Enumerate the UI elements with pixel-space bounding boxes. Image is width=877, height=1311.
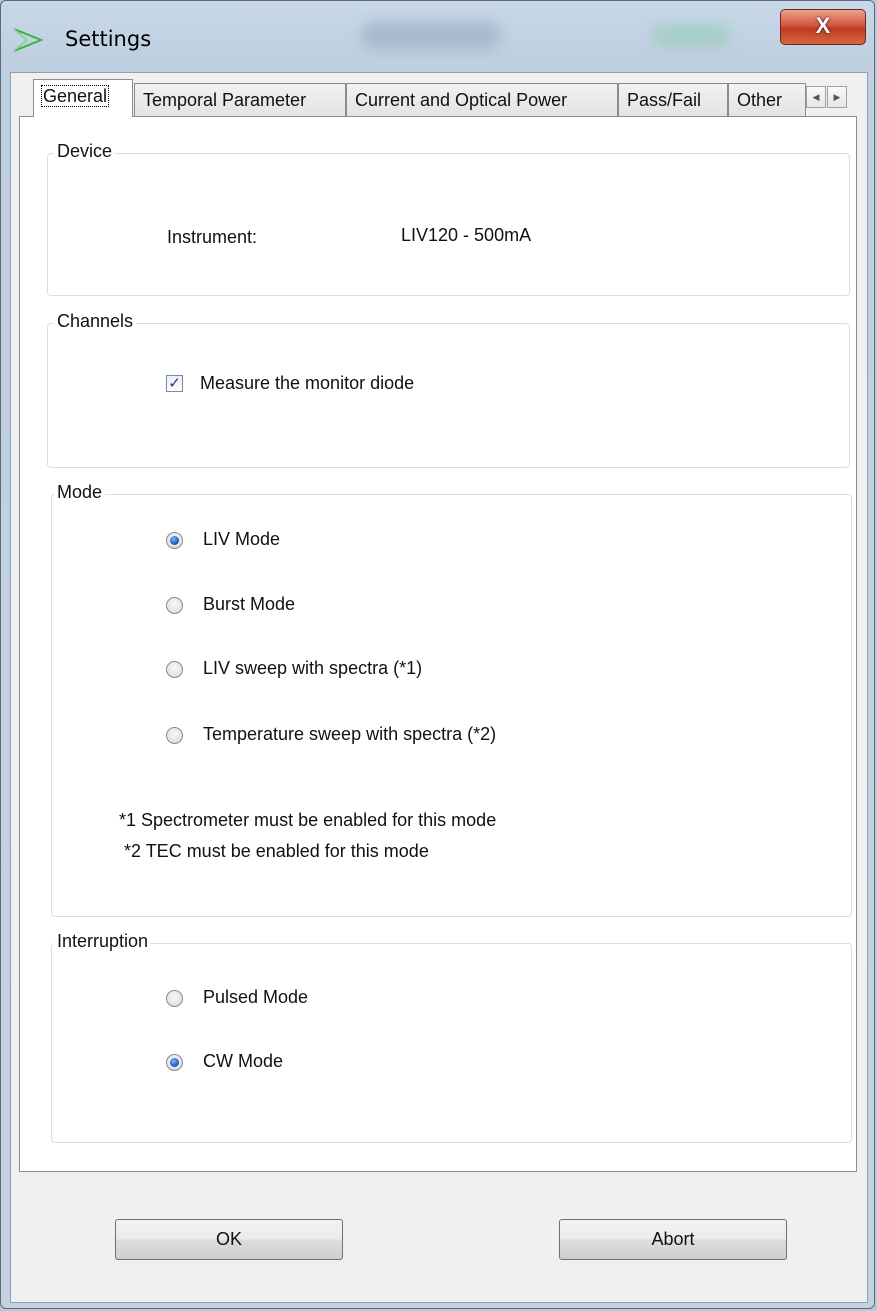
channels-group: Channels ✓ Measure the monitor diode xyxy=(47,311,850,468)
tab-label: Other xyxy=(737,90,783,110)
tab-scroll-left-icon[interactable]: ◀ xyxy=(806,86,826,108)
device-group-label: Device xyxy=(54,141,116,162)
app-icon xyxy=(13,27,44,53)
blurred-region xyxy=(651,23,731,47)
tab-general[interactable]: General xyxy=(33,79,133,117)
close-button[interactable]: X xyxy=(780,9,866,45)
radio-icon xyxy=(166,532,183,549)
settings-window: Settings X General Temporal Parameter Cu… xyxy=(0,0,875,1309)
instrument-label: Instrument: xyxy=(167,227,258,247)
tab-label: Pass/Fail xyxy=(627,90,702,110)
mode-option-temperature-sweep[interactable]: Temperature sweep with spectra (*2) xyxy=(166,724,616,748)
abort-button[interactable]: Abort xyxy=(559,1219,787,1260)
monitor-diode-checkbox[interactable]: ✓ Measure the monitor diode xyxy=(166,373,486,395)
tab-label: Temporal Parameter xyxy=(143,90,307,110)
mode-note-2: *2 TEC must be enabled for this mode xyxy=(124,841,429,861)
mode-note-1: *1 Spectrometer must be enabled for this… xyxy=(119,810,497,830)
mode-option-liv[interactable]: LIV Mode xyxy=(166,529,466,553)
tab-pass-fail[interactable]: Pass/Fail xyxy=(618,83,728,116)
mode-option-burst[interactable]: Burst Mode xyxy=(166,594,466,618)
tab-current-and-optical-power[interactable]: Current and Optical Power xyxy=(346,83,618,116)
mode-option-label: LIV sweep with spectra (*1) xyxy=(203,658,423,678)
tab-other[interactable]: Other xyxy=(728,83,806,116)
tab-strip: General Temporal Parameter Current and O… xyxy=(11,79,867,117)
tab-label: Current and Optical Power xyxy=(355,90,568,110)
mode-option-label: Burst Mode xyxy=(203,594,296,614)
tab-page-general: Device Instrument: LIV120 - 500mA Channe… xyxy=(19,116,857,1172)
interruption-group-label: Interruption xyxy=(54,931,152,952)
mode-group-label: Mode xyxy=(54,482,106,503)
tab-scroll-right-icon[interactable]: ▶ xyxy=(827,86,847,108)
interruption-option-label: CW Mode xyxy=(203,1051,284,1071)
checkbox-check-icon: ✓ xyxy=(166,375,183,392)
title-bar[interactable]: Settings X xyxy=(1,1,874,71)
window-title: Settings xyxy=(65,27,152,51)
ok-button[interactable]: OK xyxy=(115,1219,343,1260)
channels-group-label: Channels xyxy=(54,311,137,332)
radio-icon xyxy=(166,661,183,678)
tab-label: General xyxy=(40,85,110,107)
interruption-option-pulsed[interactable]: Pulsed Mode xyxy=(166,987,466,1011)
monitor-diode-label: Measure the monitor diode xyxy=(200,373,415,393)
blurred-region xyxy=(361,21,501,49)
radio-icon xyxy=(166,597,183,614)
tab-scroll-buttons: ◀ ▶ xyxy=(806,86,848,108)
instrument-value: LIV120 - 500mA xyxy=(401,225,532,245)
dialog-client-area: General Temporal Parameter Current and O… xyxy=(10,72,868,1303)
close-icon: X xyxy=(815,13,831,38)
radio-icon xyxy=(166,1054,183,1071)
radio-icon xyxy=(166,727,183,744)
interruption-option-label: Pulsed Mode xyxy=(203,987,309,1007)
interruption-option-cw[interactable]: CW Mode xyxy=(166,1051,466,1075)
interruption-group: Interruption Pulsed Mode CW Mode xyxy=(51,931,852,1143)
mode-group: Mode LIV Mode Burst Mode LIV sweep with … xyxy=(51,482,852,917)
tab-temporal-parameter[interactable]: Temporal Parameter xyxy=(134,83,346,116)
mode-option-label: Temperature sweep with spectra (*2) xyxy=(203,724,497,744)
radio-icon xyxy=(166,990,183,1007)
mode-option-liv-sweep[interactable]: LIV sweep with spectra (*1) xyxy=(166,658,566,682)
mode-option-label: LIV Mode xyxy=(203,529,281,549)
device-group: Device Instrument: LIV120 - 500mA xyxy=(47,141,850,296)
